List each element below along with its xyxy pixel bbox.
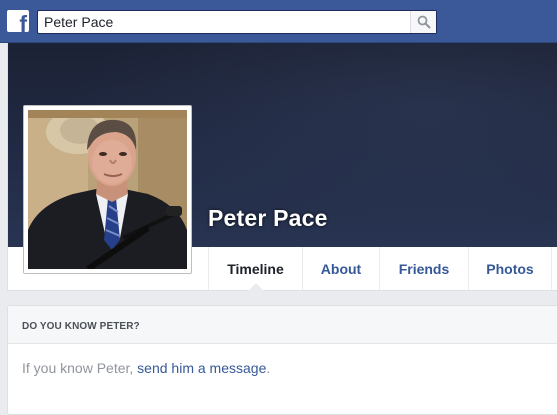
do-you-know-suffix: . [266,360,271,376]
top-navigation-bar: f [0,0,557,43]
facebook-logo-icon[interactable]: f [7,10,29,32]
do-you-know-card: DO YOU KNOW PETER? If you know Peter, se… [7,305,557,415]
tab-label: Timeline [227,260,284,277]
active-tab-caret [247,283,264,291]
tab-timeline[interactable]: Timeline [208,247,302,291]
tab-label: Friends [398,260,450,277]
tab-about[interactable]: About [302,247,379,290]
tab-photos[interactable]: Photos [468,247,552,290]
search-input[interactable] [38,11,410,33]
profile-tabs: Timeline About Friends Photos [208,247,552,291]
search-icon [417,15,431,29]
profile-name[interactable]: Peter Pace [208,205,328,232]
do-you-know-heading: DO YOU KNOW PETER? [8,306,557,344]
send-message-link[interactable]: send him a message [137,360,266,376]
profile-picture [28,110,187,269]
tab-friends[interactable]: Friends [379,247,468,290]
do-you-know-prefix: If you know Peter, [22,360,138,376]
facebook-logo-glyph: f [19,11,27,33]
do-you-know-text: If you know Peter, send him a message. [8,344,557,376]
profile-header-card: Peter Pace Timeline About Friends Photos [7,43,557,291]
tab-label: About [320,260,362,277]
tab-label: Photos [486,260,534,277]
search-button[interactable] [410,11,436,33]
profile-picture-frame[interactable] [23,105,192,274]
search-box[interactable] [37,10,437,34]
